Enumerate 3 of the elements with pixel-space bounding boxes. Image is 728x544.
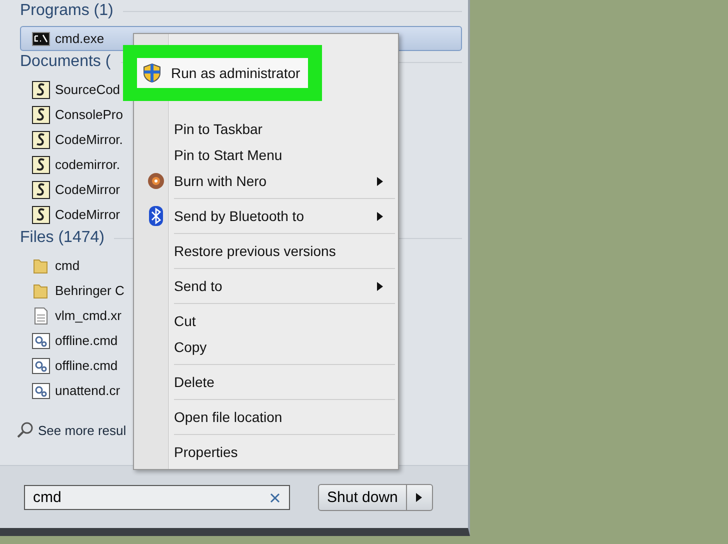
section-heading: Programs (1) [20, 2, 114, 20]
section-heading: Documents ( [20, 53, 111, 71]
section-heading: Files (1474) [20, 229, 104, 247]
